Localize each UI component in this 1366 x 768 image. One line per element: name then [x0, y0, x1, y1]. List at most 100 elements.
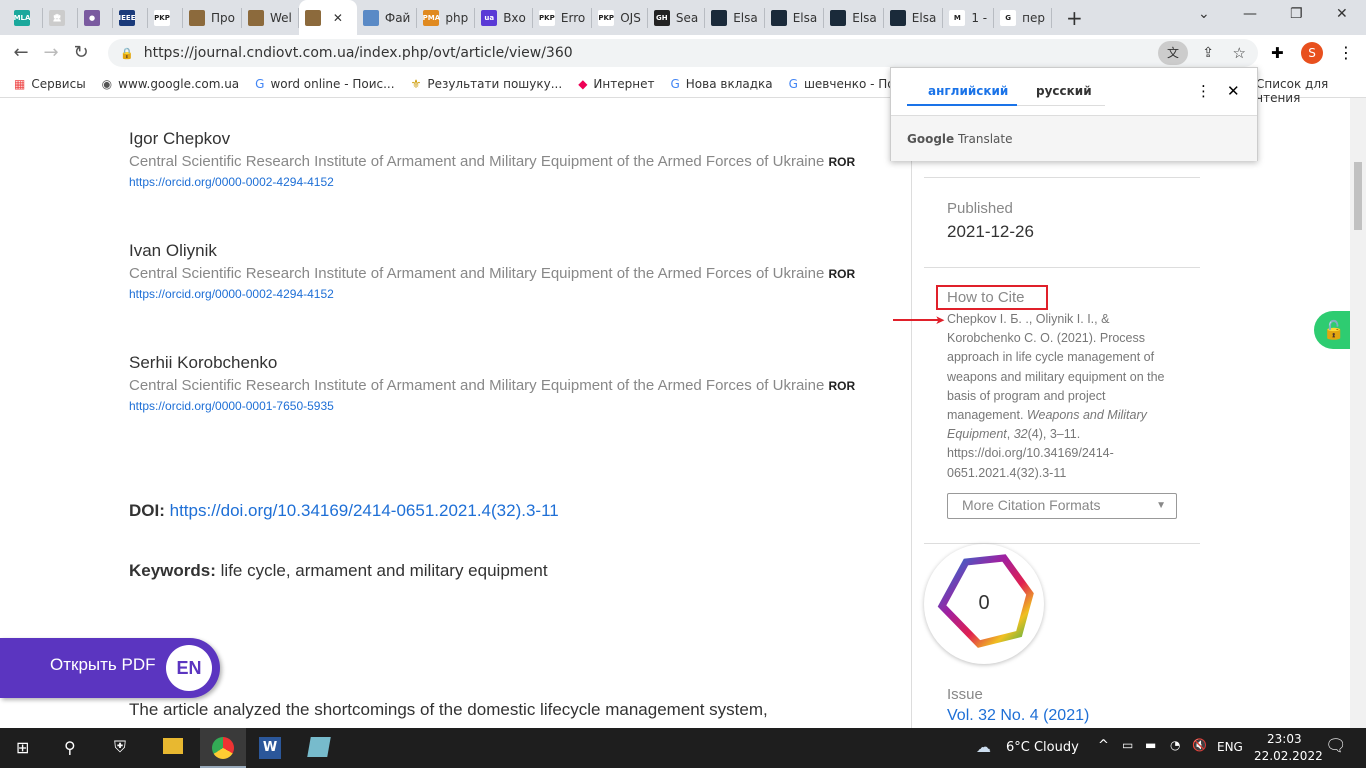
bookmark-item[interactable]: ⚜ Результати пошуку...: [411, 77, 563, 91]
notifications-icon[interactable]: 🗨: [1325, 736, 1347, 756]
notes-app-icon[interactable]: [307, 737, 331, 757]
back-button[interactable]: ←: [6, 42, 36, 63]
orcid-link[interactable]: https://orcid.org/0000-0002-4294-4152: [129, 175, 869, 189]
tab[interactable]: Wel: [242, 7, 299, 28]
author-entry: Serhii Korobchenko Central Scientific Re…: [129, 353, 869, 413]
tab[interactable]: Gпер: [994, 7, 1052, 28]
open-pdf-button[interactable]: Открыть PDF EN: [0, 638, 220, 698]
favicon-icon: MLA: [14, 9, 30, 26]
ror-icon[interactable]: ROR: [828, 267, 855, 281]
wifi-icon[interactable]: ◔: [1170, 738, 1180, 752]
orcid-link[interactable]: https://orcid.org/0000-0002-4294-4152: [129, 287, 869, 301]
favicon-icon: G: [1000, 9, 1017, 26]
tab[interactable]: Elsa: [884, 7, 944, 28]
tab[interactable]: Elsa: [765, 7, 825, 28]
windows-start-icon[interactable]: ⊞: [16, 738, 29, 757]
new-tab-button[interactable]: +: [1066, 6, 1083, 30]
minimize-button[interactable]: —: [1243, 6, 1257, 22]
tab[interactable]: M 1 -: [943, 7, 995, 28]
author-name: Igor Chepkov: [129, 129, 231, 148]
tab[interactable]: PKP Erro: [533, 7, 593, 28]
bookmark-icon: G: [670, 76, 680, 91]
tab[interactable]: 🏛: [43, 7, 78, 28]
game-app-icon[interactable]: ⛨: [114, 737, 126, 757]
tab[interactable]: Elsa: [824, 7, 884, 28]
maximize-button[interactable]: ❐: [1290, 6, 1303, 22]
orcid-link[interactable]: https://orcid.org/0000-0001-7650-5935: [129, 399, 869, 413]
tray-chevron-icon[interactable]: ^: [1098, 738, 1109, 753]
tab[interactable]: IEEE: [113, 7, 148, 28]
close-icon[interactable]: ✕: [1227, 82, 1240, 100]
address-bar[interactable]: 🔒 https://journal.cndiovt.com.ua/index.p…: [108, 39, 1258, 67]
weather-text[interactable]: 6°C Cloudy: [1006, 740, 1079, 755]
share-icon[interactable]: ⇪: [1202, 45, 1214, 61]
tab[interactable]: PKP: [148, 7, 183, 28]
arrow-annotation: [893, 319, 941, 321]
scrollbar-thumb[interactable]: [1354, 162, 1362, 230]
word-icon[interactable]: W: [259, 737, 281, 759]
tab[interactable]: PKP OJS: [592, 7, 648, 28]
author-entry: Ivan Oliynik Central Scientific Research…: [129, 241, 869, 301]
unlock-icon[interactable]: 🔓: [1314, 311, 1350, 349]
favicon-icon: IEEE: [119, 9, 135, 26]
tab[interactable]: Фай: [357, 7, 418, 28]
bookmark-item[interactable]: ◆ Интернет: [578, 77, 654, 91]
scrollbar[interactable]: [1350, 98, 1366, 728]
doi-row: DOI: https://doi.org/10.34169/2414-0651.…: [129, 501, 559, 521]
file-explorer-icon[interactable]: [163, 738, 183, 754]
tab[interactable]: ●: [78, 7, 113, 28]
bookmark-item[interactable]: G Нова вкладка: [670, 77, 772, 91]
reload-button[interactable]: ↻: [66, 42, 96, 63]
language-indicator[interactable]: ENG: [1217, 740, 1243, 754]
bookmark-icon: ◆: [578, 76, 588, 91]
clock-time[interactable]: 23:03: [1267, 732, 1302, 746]
doi-link[interactable]: https://doi.org/10.34169/2414-0651.2021.…: [170, 501, 559, 520]
chrome-icon[interactable]: [212, 737, 234, 759]
bookmark-star-icon[interactable]: ☆: [1233, 44, 1246, 62]
volume-muted-icon[interactable]: 🔇: [1192, 738, 1207, 752]
forward-button[interactable]: →: [36, 42, 66, 63]
tab[interactable]: ua Вхо: [475, 7, 533, 28]
bookmark-item[interactable]: ◉ www.google.com.ua: [102, 77, 240, 91]
extensions-icon[interactable]: ✚: [1271, 44, 1284, 62]
favicon-icon: [362, 9, 379, 26]
search-icon[interactable]: ⚲: [64, 738, 76, 757]
menu-icon[interactable]: ⋮: [1338, 43, 1354, 62]
keywords-row: Keywords: life cycle, armament and milit…: [129, 561, 548, 581]
translate-icon[interactable]: 文: [1158, 41, 1188, 65]
favicon-icon: M: [949, 9, 966, 26]
tab[interactable]: MLA: [8, 7, 43, 28]
close-window-button[interactable]: ✕: [1336, 6, 1348, 22]
divider: [924, 177, 1200, 178]
favicon-icon: PKP: [598, 9, 615, 26]
options-icon[interactable]: ⋮: [1196, 82, 1211, 100]
tab[interactable]: PMA php: [417, 7, 476, 28]
tab-search-icon[interactable]: ⌄: [1198, 6, 1210, 22]
keywords-value: life cycle, armament and military equipm…: [220, 561, 548, 580]
tab[interactable]: ✕: [298, 0, 357, 35]
clock-date[interactable]: 22.02.2022: [1254, 749, 1323, 763]
battery-icon[interactable]: ▬: [1145, 738, 1156, 752]
abstract-text: The article analyzed the shortcomings of…: [129, 700, 768, 719]
meet-icon[interactable]: ▭: [1122, 738, 1133, 752]
close-tab-icon[interactable]: ✕: [333, 11, 343, 25]
favicon-icon: 🏛: [49, 9, 65, 26]
google-translate-logo: Google Translate: [891, 115, 1257, 161]
tab[interactable]: Elsa: [705, 7, 765, 28]
issue-link[interactable]: Vol. 32 No. 4 (2021): [947, 707, 1089, 725]
tab-source-language[interactable]: английский: [928, 84, 1008, 98]
bookmark-icon: G: [255, 76, 265, 91]
bookmark-item[interactable]: Gword online - Поис...: [255, 77, 394, 91]
favicon-icon: [830, 9, 847, 26]
bookmark-item[interactable]: ▦ Сервисы: [14, 77, 86, 91]
profile-avatar[interactable]: S: [1301, 41, 1323, 64]
ror-icon[interactable]: ROR: [828, 155, 855, 169]
ror-icon[interactable]: ROR: [828, 379, 855, 393]
tab[interactable]: Про: [183, 7, 242, 28]
citation-formats-dropdown[interactable]: More Citation Formats ▼: [947, 493, 1177, 519]
favicon-icon: [770, 9, 787, 26]
dimensions-badge[interactable]: 0: [924, 544, 1044, 664]
tab[interactable]: GH Sea: [648, 7, 706, 28]
tab-target-language[interactable]: русский: [1036, 84, 1092, 98]
favicon-icon: [889, 9, 906, 26]
